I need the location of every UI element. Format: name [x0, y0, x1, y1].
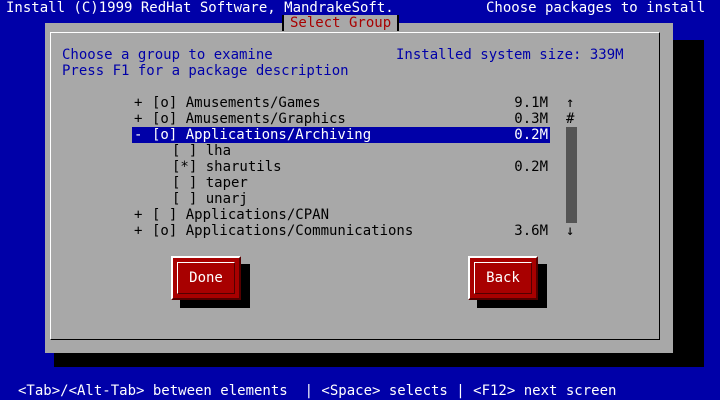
dialog-title: Select Group — [282, 15, 400, 31]
back-button-label: Back — [474, 262, 532, 294]
back-button[interactable]: Back — [468, 256, 538, 300]
list-item[interactable]: + [o] Applications/Communications 3.6M — [132, 223, 550, 239]
scrollbar-thumb[interactable]: # — [566, 111, 574, 127]
top-bar-title: Install (C)1999 RedHat Software, Mandrak… — [6, 0, 394, 16]
list-item[interactable]: + [ ] Applications/CPAN — [132, 207, 550, 223]
expand-icon[interactable]: + — [134, 223, 142, 239]
list-item-label: [ ] unarj — [172, 191, 248, 207]
group-list[interactable]: + [o] Amusements/Games 9.1M + [o] Amusements… — [132, 95, 550, 239]
done-button-label: Done — [177, 262, 235, 294]
list-item-label: [ ] lha — [172, 143, 232, 159]
expand-icon[interactable]: + — [134, 207, 142, 223]
expand-icon[interactable]: + — [134, 95, 142, 111]
scrollbar-track[interactable] — [566, 127, 577, 223]
list-item-size: 0.2M — [514, 127, 548, 143]
list-item[interactable]: + [o] Amusements/Games 9.1M — [132, 95, 550, 111]
list-item-label: [ ] Applications/CPAN — [152, 207, 330, 223]
list-item[interactable]: + [o] Amusements/Graphics 0.3M — [132, 111, 550, 127]
collapse-icon[interactable]: - — [134, 127, 142, 143]
status-bar: <Tab>/<Alt-Tab> between elements | <Spac… — [18, 383, 617, 399]
dialog-instruction-1: Choose a group to examine — [62, 47, 273, 63]
scroll-down-arrow-icon[interactable]: ↓ — [566, 223, 574, 239]
list-item-label: [o] Amusements/Graphics — [152, 111, 346, 127]
list-item-label: [o] Amusements/Games — [152, 95, 321, 111]
list-item-size: 9.1M — [514, 95, 548, 111]
list-item-label: [o] Applications/Communications — [152, 223, 414, 239]
scroll-up-arrow-icon[interactable]: ↑ — [566, 95, 574, 111]
list-item-label: [o] Applications/Archiving — [152, 127, 372, 143]
list-item-size: 0.2M — [514, 159, 548, 175]
top-bar-hint: Choose packages to install — [486, 0, 706, 16]
dialog-instruction-2: Press F1 for a package description — [62, 63, 349, 79]
list-item[interactable]: [ ] lha — [132, 143, 550, 159]
done-button[interactable]: Done — [171, 256, 241, 300]
list-item[interactable]: - [o] Applications/Archiving 0.2M — [132, 127, 550, 143]
list-item[interactable]: [ ] taper — [132, 175, 550, 191]
list-item-size: 3.6M — [514, 223, 548, 239]
list-item-size: 0.3M — [514, 111, 548, 127]
installed-size-label: Installed system size: 339M — [396, 47, 624, 63]
list-item-label: [*] sharutils — [172, 159, 282, 175]
list-item[interactable]: [ ] unarj — [132, 191, 550, 207]
list-item[interactable]: [*] sharutils 0.2M — [132, 159, 550, 175]
expand-icon[interactable]: + — [134, 111, 142, 127]
list-item-label: [ ] taper — [172, 175, 248, 191]
